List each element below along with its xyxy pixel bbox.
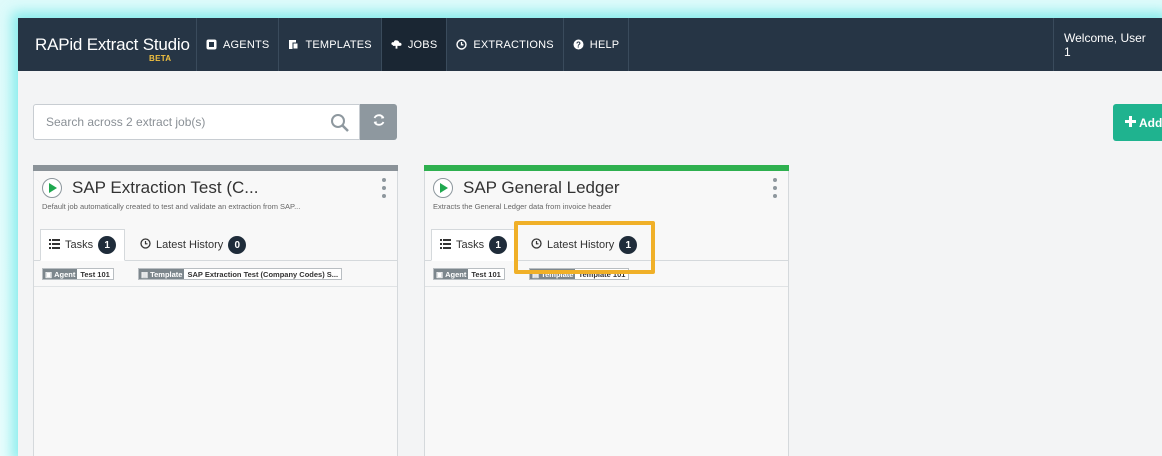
job-card: SAP Extraction Test (C... Default job au… <box>33 165 398 456</box>
nav-jobs-label: JOBS <box>407 38 438 51</box>
agent-tag-key-label: Agent <box>445 269 467 279</box>
card-description: Extracts the General Ledger data from in… <box>433 202 612 211</box>
template-tag[interactable]: ▤ Template Template 101 <box>529 268 630 280</box>
card-tabs: Tasks 1 Latest History 0 <box>34 223 397 261</box>
template-tag-value: Template 101 <box>578 269 626 279</box>
nav-help[interactable]: ? HELP <box>564 18 630 71</box>
agent-tag[interactable]: ▣ Agent Test 101 <box>42 268 114 280</box>
search-input[interactable] <box>34 105 324 139</box>
add-job-label: Add <box>1139 115 1162 130</box>
nav-extractions-label: EXTRACTIONS <box>473 38 554 51</box>
template-tag-key: ▤ Template <box>139 269 185 279</box>
nav-extractions[interactable]: EXTRACTIONS <box>447 18 564 71</box>
template-icon: ▤ <box>532 269 540 279</box>
count-badge: 1 <box>489 236 508 254</box>
template-tag[interactable]: ▤ Template SAP Extraction Test (Company C… <box>138 268 343 280</box>
count-badge: 1 <box>619 236 638 254</box>
agent-icon: ▣ <box>436 269 444 279</box>
refresh-button[interactable] <box>360 104 397 140</box>
clock-icon <box>140 238 151 252</box>
card-status-bar <box>424 165 789 171</box>
template-tag-key-label: Template <box>150 269 183 279</box>
template-icon: ▤ <box>141 269 149 279</box>
nav-agents-label: AGENTS <box>223 38 270 51</box>
tab-tasks[interactable]: Tasks 1 <box>431 229 517 261</box>
tab-latest-history[interactable]: Latest History 1 <box>523 229 645 261</box>
agent-tag-key: ▣ Agent <box>43 269 78 279</box>
clock-icon <box>456 39 468 50</box>
agent-tag-value: Test 101 <box>471 269 501 279</box>
play-icon[interactable] <box>433 178 453 198</box>
tab-tasks-label: Tasks <box>456 239 485 251</box>
agent-icon <box>206 39 217 50</box>
card-title[interactable]: SAP Extraction Test (C... <box>72 178 258 198</box>
template-tag-key-label: Template <box>541 269 574 279</box>
template-icon <box>288 39 299 50</box>
card-status-bar <box>33 165 398 171</box>
help-icon: ? <box>573 39 584 50</box>
clock-icon <box>531 238 542 252</box>
svg-text:?: ? <box>576 41 581 50</box>
agent-tag-value: Test 101 <box>80 269 110 279</box>
tab-latest-history-label: Latest History <box>156 239 224 251</box>
tab-tasks[interactable]: Tasks 1 <box>40 229 126 261</box>
agent-tag[interactable]: ▣ Agent Test 101 <box>433 268 505 280</box>
search-icon[interactable] <box>330 113 350 133</box>
nav-jobs[interactable]: JOBS <box>381 18 448 71</box>
nav-templates-label: TEMPLATES <box>305 38 372 51</box>
play-icon[interactable] <box>42 178 62 198</box>
job-card: SAP General Ledger Extracts the General … <box>424 165 789 456</box>
app-window: RAPid Extract Studio BETA AGENTS TEMPLAT… <box>18 18 1162 456</box>
template-tag-key: ▤ Template <box>530 269 576 279</box>
tab-tasks-label: Tasks <box>65 239 94 251</box>
nav-agents[interactable]: AGENTS <box>197 18 280 71</box>
brand-name: RAPid Extract Studio <box>35 35 190 54</box>
agent-icon: ▣ <box>45 269 53 279</box>
count-badge: 1 <box>98 236 117 254</box>
card-tabs: Tasks 1 Latest History 1 <box>425 223 788 261</box>
nav-help-label: HELP <box>589 38 620 51</box>
card-tags: ▣ Agent Test 101 ▤ Template SAP Extraction… <box>34 261 397 287</box>
card-description: Default job automatically created to tes… <box>42 202 301 211</box>
beta-label: BETA <box>149 54 172 63</box>
search-box <box>33 104 360 140</box>
refresh-icon <box>372 113 386 132</box>
brand[interactable]: RAPid Extract Studio BETA <box>18 18 197 71</box>
kebab-menu-icon[interactable] <box>773 178 777 198</box>
jobs-icon <box>391 39 402 50</box>
plus-icon <box>1125 115 1136 130</box>
kebab-menu-icon[interactable] <box>382 178 386 198</box>
card-tags: ▣ Agent Test 101 ▤ Template Template 101 <box>425 261 788 287</box>
list-icon <box>440 238 451 252</box>
count-badge: 0 <box>228 236 247 254</box>
agent-tag-key-label: Agent <box>54 269 76 279</box>
card-title[interactable]: SAP General Ledger <box>463 178 620 198</box>
tab-latest-history[interactable]: Latest History 0 <box>132 229 254 261</box>
tab-latest-history-label: Latest History <box>547 239 615 251</box>
nav-templates[interactable]: TEMPLATES <box>279 18 382 71</box>
template-tag-value: SAP Extraction Test (Company Codes) S... <box>187 269 339 279</box>
add-job-button[interactable]: Add <box>1113 104 1162 141</box>
agent-tag-key: ▣ Agent <box>434 269 469 279</box>
user-menu[interactable]: Welcome, User 1 <box>1053 18 1162 71</box>
list-icon <box>49 238 60 252</box>
navbar: RAPid Extract Studio BETA AGENTS TEMPLAT… <box>18 18 1162 71</box>
